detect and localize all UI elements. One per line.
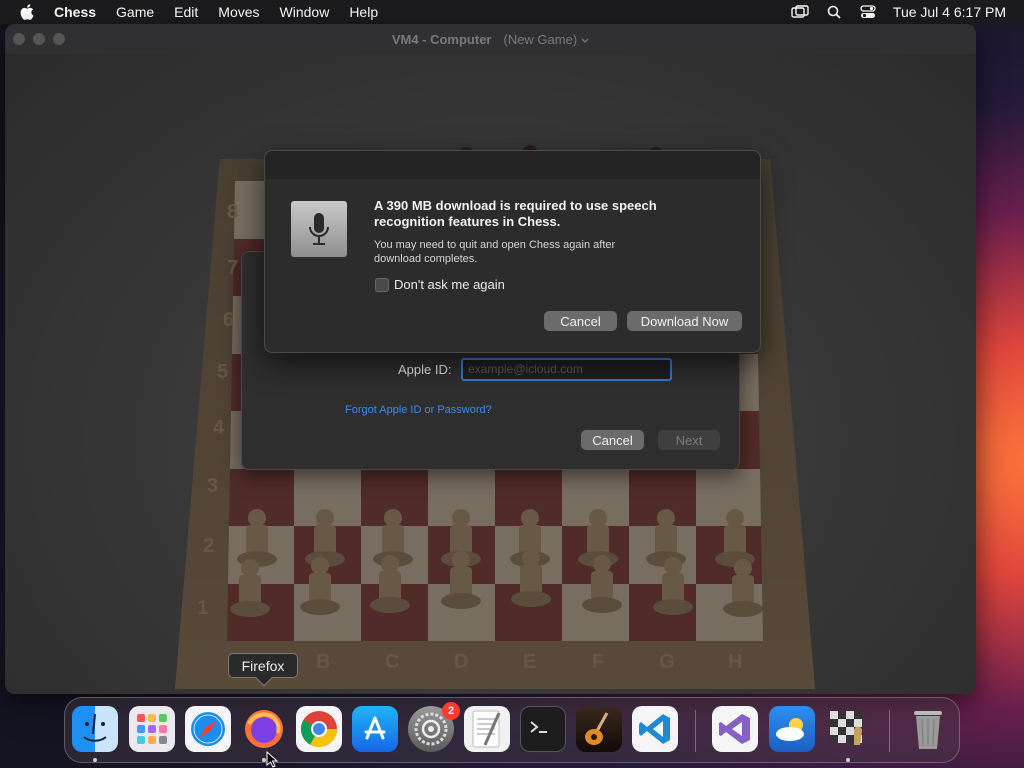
menu-edit[interactable]: Edit [174, 4, 198, 20]
menu-help[interactable]: Help [349, 4, 378, 20]
window-title: VM4 - Computer [391, 31, 492, 47]
control-center-icon[interactable] [859, 4, 877, 20]
textedit-icon[interactable] [464, 706, 510, 752]
window-controls [13, 33, 65, 45]
dialog-headline: A 390 MB download is required to use spe… [374, 198, 657, 229]
finder-icon[interactable] [72, 706, 118, 752]
zoom-button[interactable] [53, 33, 65, 45]
visual-studio-icon[interactable] [712, 706, 758, 752]
speech-download-dialog: A 390 MB download is required to use spe… [264, 150, 761, 353]
dock-separator [889, 710, 890, 752]
close-button[interactable] [13, 33, 25, 45]
running-indicator [846, 758, 850, 762]
mouse-cursor [266, 750, 280, 768]
minimize-button[interactable] [33, 33, 45, 45]
dock-separator [695, 710, 696, 752]
screen-mirroring-icon[interactable] [791, 4, 809, 20]
chevron-down-icon[interactable] [581, 32, 589, 47]
window-subtitle[interactable]: (New Game) [503, 32, 577, 47]
safari-icon[interactable] [185, 706, 231, 752]
microphone-icon [291, 201, 347, 257]
terminal-icon[interactable] [520, 706, 566, 752]
menu-app-name[interactable]: Chess [54, 4, 96, 20]
chrome-icon[interactable] [296, 706, 342, 752]
menu-moves[interactable]: Moves [218, 4, 259, 20]
dont-ask-checkbox[interactable] [375, 278, 389, 292]
menu-clock[interactable]: Tue Jul 4 6:17 PM [893, 4, 1006, 20]
apple-menu-icon[interactable] [20, 4, 36, 20]
launchpad-icon[interactable] [129, 706, 175, 752]
apple-id-cancel-button[interactable]: Cancel [581, 430, 644, 450]
speech-cancel-button[interactable]: Cancel [544, 311, 617, 331]
dialog-header-strip [265, 151, 760, 179]
apple-id-label: Apple ID: [398, 362, 452, 377]
chess-icon[interactable] [825, 706, 871, 752]
apple-id-next-button[interactable]: Next [658, 430, 720, 450]
dock-tooltip: Firefox [228, 653, 298, 687]
forgot-apple-id-link[interactable]: Forgot Apple ID or Password? [345, 404, 492, 416]
dock: 2 [64, 697, 960, 763]
spotlight-search-icon[interactable] [825, 4, 843, 20]
dont-ask-checkbox-label[interactable]: Don't ask me again [394, 277, 505, 292]
vscode-icon[interactable] [632, 706, 678, 752]
menu-window[interactable]: Window [280, 4, 330, 20]
running-indicator [93, 758, 97, 762]
firefox-icon[interactable] [241, 706, 287, 752]
menu-bar: Chess Game Edit Moves Window Help Tue Ju… [0, 0, 1024, 24]
garageband-icon[interactable] [576, 706, 622, 752]
notification-badge: 2 [442, 702, 460, 720]
app-store-icon[interactable] [352, 706, 398, 752]
dialog-message: You may need to quit and open Chess agai… [374, 239, 616, 265]
download-now-button[interactable]: Download Now [627, 311, 742, 331]
menu-game[interactable]: Game [116, 4, 154, 20]
trash-icon[interactable] [905, 706, 951, 752]
window-titlebar[interactable]: VM4 - Computer (New Game) [5, 24, 976, 54]
apple-id-input[interactable]: example@icloud.com [461, 358, 672, 381]
weather-icon[interactable] [769, 706, 815, 752]
